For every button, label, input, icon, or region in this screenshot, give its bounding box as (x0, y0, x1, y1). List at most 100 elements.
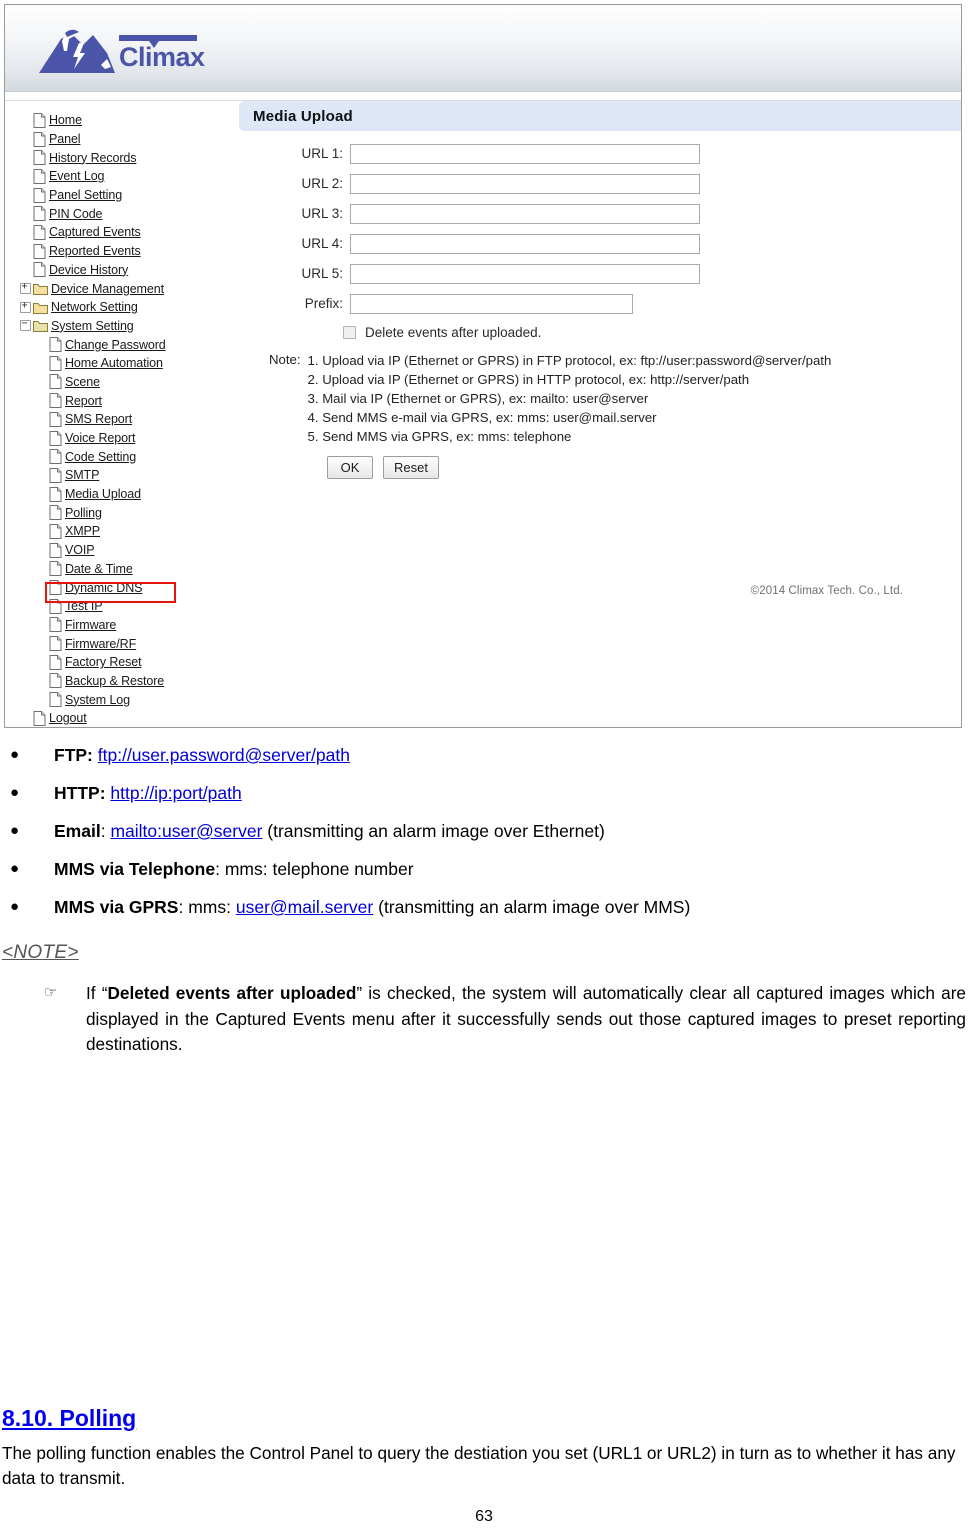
url-5-label: URL 5: (301, 266, 343, 281)
section-heading: 8.10. Polling (2, 1405, 137, 1432)
sidebar-item-label: Change Password (65, 337, 166, 352)
delete-events-label: Delete events after uploaded. (365, 324, 542, 340)
bullet-link[interactable]: mailto:user@server (110, 821, 262, 841)
prefix-label: Prefix: (304, 296, 343, 311)
bullet-term: FTP: (54, 745, 93, 765)
sidebar-item-xmpp[interactable]: XMPP (19, 522, 227, 541)
folder-icon (33, 282, 48, 296)
page-icon (33, 710, 46, 726)
sidebar-item-label: SMTP (65, 468, 100, 483)
bullet-term: MMS via Telephone (54, 859, 216, 879)
expand-icon[interactable]: + (19, 281, 32, 295)
sidebar-item-report[interactable]: Report (19, 391, 227, 410)
sidebar-item-code-setting[interactable]: Code Setting (19, 447, 227, 466)
bullet-link[interactable]: http://ip:port/path (110, 783, 241, 803)
sidebar-item-panel-setting[interactable]: Panel Setting (19, 186, 227, 205)
bullet-term: MMS via GPRS (54, 897, 179, 917)
url-1-input[interactable] (350, 143, 700, 164)
note-label: Note: (269, 352, 301, 367)
ok-button[interactable]: OK (327, 456, 373, 479)
sidebar-item-change-password[interactable]: Change Password (19, 335, 227, 354)
sidebar-item-logout[interactable]: Logout (19, 709, 227, 727)
pointing-hand-icon: ☞ (44, 984, 58, 1002)
sidebar-item-firmware-rf[interactable]: Firmware/RF (19, 634, 227, 653)
sidebar-item-device-management[interactable]: + Device Management (19, 279, 227, 298)
sidebar-item-label: System Log (65, 692, 131, 707)
sidebar-item-reported-events[interactable]: Reported Events (19, 242, 227, 261)
sidebar-item-home[interactable]: Home (19, 111, 227, 130)
page-icon (49, 673, 62, 689)
page-icon (33, 187, 46, 203)
sidebar-item-date-time[interactable]: Date & Time (19, 560, 227, 579)
sidebar-item-system-setting[interactable]: − System Setting (19, 317, 227, 336)
page-icon (49, 411, 62, 427)
delete-events-checkbox[interactable] (343, 325, 356, 339)
page-icon (49, 542, 62, 558)
url-row: URL 5: (233, 260, 961, 287)
bullet-link[interactable]: ftp://user.password@server/path (98, 745, 350, 765)
sidebar-item-history-records[interactable]: History Records (19, 148, 227, 167)
sidebar-item-polling[interactable]: Polling (19, 503, 227, 522)
document-body: FTP: ftp://user.password@server/pathHTTP… (0, 736, 968, 1075)
sidebar-item-firmware[interactable]: Firmware (19, 616, 227, 635)
svg-text:Climax: Climax (119, 42, 205, 72)
sidebar-item-system-log[interactable]: System Log (19, 690, 227, 709)
sidebar-item-voice-report[interactable]: Voice Report (19, 429, 227, 448)
bullet-link[interactable]: user@mail.server (236, 897, 373, 917)
url-3-input[interactable] (350, 203, 700, 224)
protocol-bullet: MMS via Telephone: mms: telephone number (0, 850, 968, 888)
page-icon (33, 206, 46, 222)
expand-icon[interactable]: + (19, 300, 32, 314)
header-divider (5, 92, 961, 101)
sidebar-item-backup-restore[interactable]: Backup & Restore (19, 672, 227, 691)
sidebar-item-dynamic-dns[interactable]: Dynamic DNS (19, 578, 227, 597)
sidebar-item-voip[interactable]: VOIP (19, 541, 227, 560)
url-4-label: URL 4: (301, 236, 343, 251)
sidebar-item-test-ip[interactable]: Test IP (19, 597, 227, 616)
sidebar-item-media-upload[interactable]: Media Upload (19, 485, 227, 504)
sidebar-item-smtp[interactable]: SMTP (19, 466, 227, 485)
sidebar-item-scene[interactable]: Scene (19, 373, 227, 392)
sidebar-item-pin-code[interactable]: PIN Code (19, 204, 227, 223)
url-4-input[interactable] (350, 233, 700, 254)
sidebar-item-device-history[interactable]: Device History (19, 261, 227, 280)
prefix-input[interactable] (350, 293, 633, 314)
reset-button[interactable]: Reset (383, 456, 439, 479)
sidebar-item-factory-reset[interactable]: Factory Reset (19, 653, 227, 672)
sidebar-item-event-log[interactable]: Event Log (19, 167, 227, 186)
sidebar-item-label: Factory Reset (65, 655, 142, 670)
sidebar-item-sms-report[interactable]: SMS Report (19, 410, 227, 429)
page-icon (49, 393, 62, 409)
sidebar-item-panel[interactable]: Panel (19, 130, 227, 149)
page-icon (33, 112, 46, 128)
sidebar-item-captured-events[interactable]: Captured Events (19, 223, 227, 242)
collapse-icon[interactable]: − (19, 318, 32, 332)
url-2-input[interactable] (350, 173, 700, 194)
url-5-input[interactable] (350, 263, 700, 284)
protocol-bullet: Email: mailto:user@server (transmitting … (0, 812, 968, 850)
page-icon (49, 561, 62, 577)
sidebar-item-label: PIN Code (49, 206, 103, 221)
page-icon (33, 131, 46, 147)
page-icon (49, 692, 62, 708)
sidebar-item-label: Test IP (65, 599, 103, 614)
sidebar-item-home-automation[interactable]: Home Automation (19, 354, 227, 373)
bullet-tail: (transmitting an alarm image over MMS) (373, 897, 691, 917)
sidebar-item-network-setting[interactable]: + Network Setting (19, 298, 227, 317)
